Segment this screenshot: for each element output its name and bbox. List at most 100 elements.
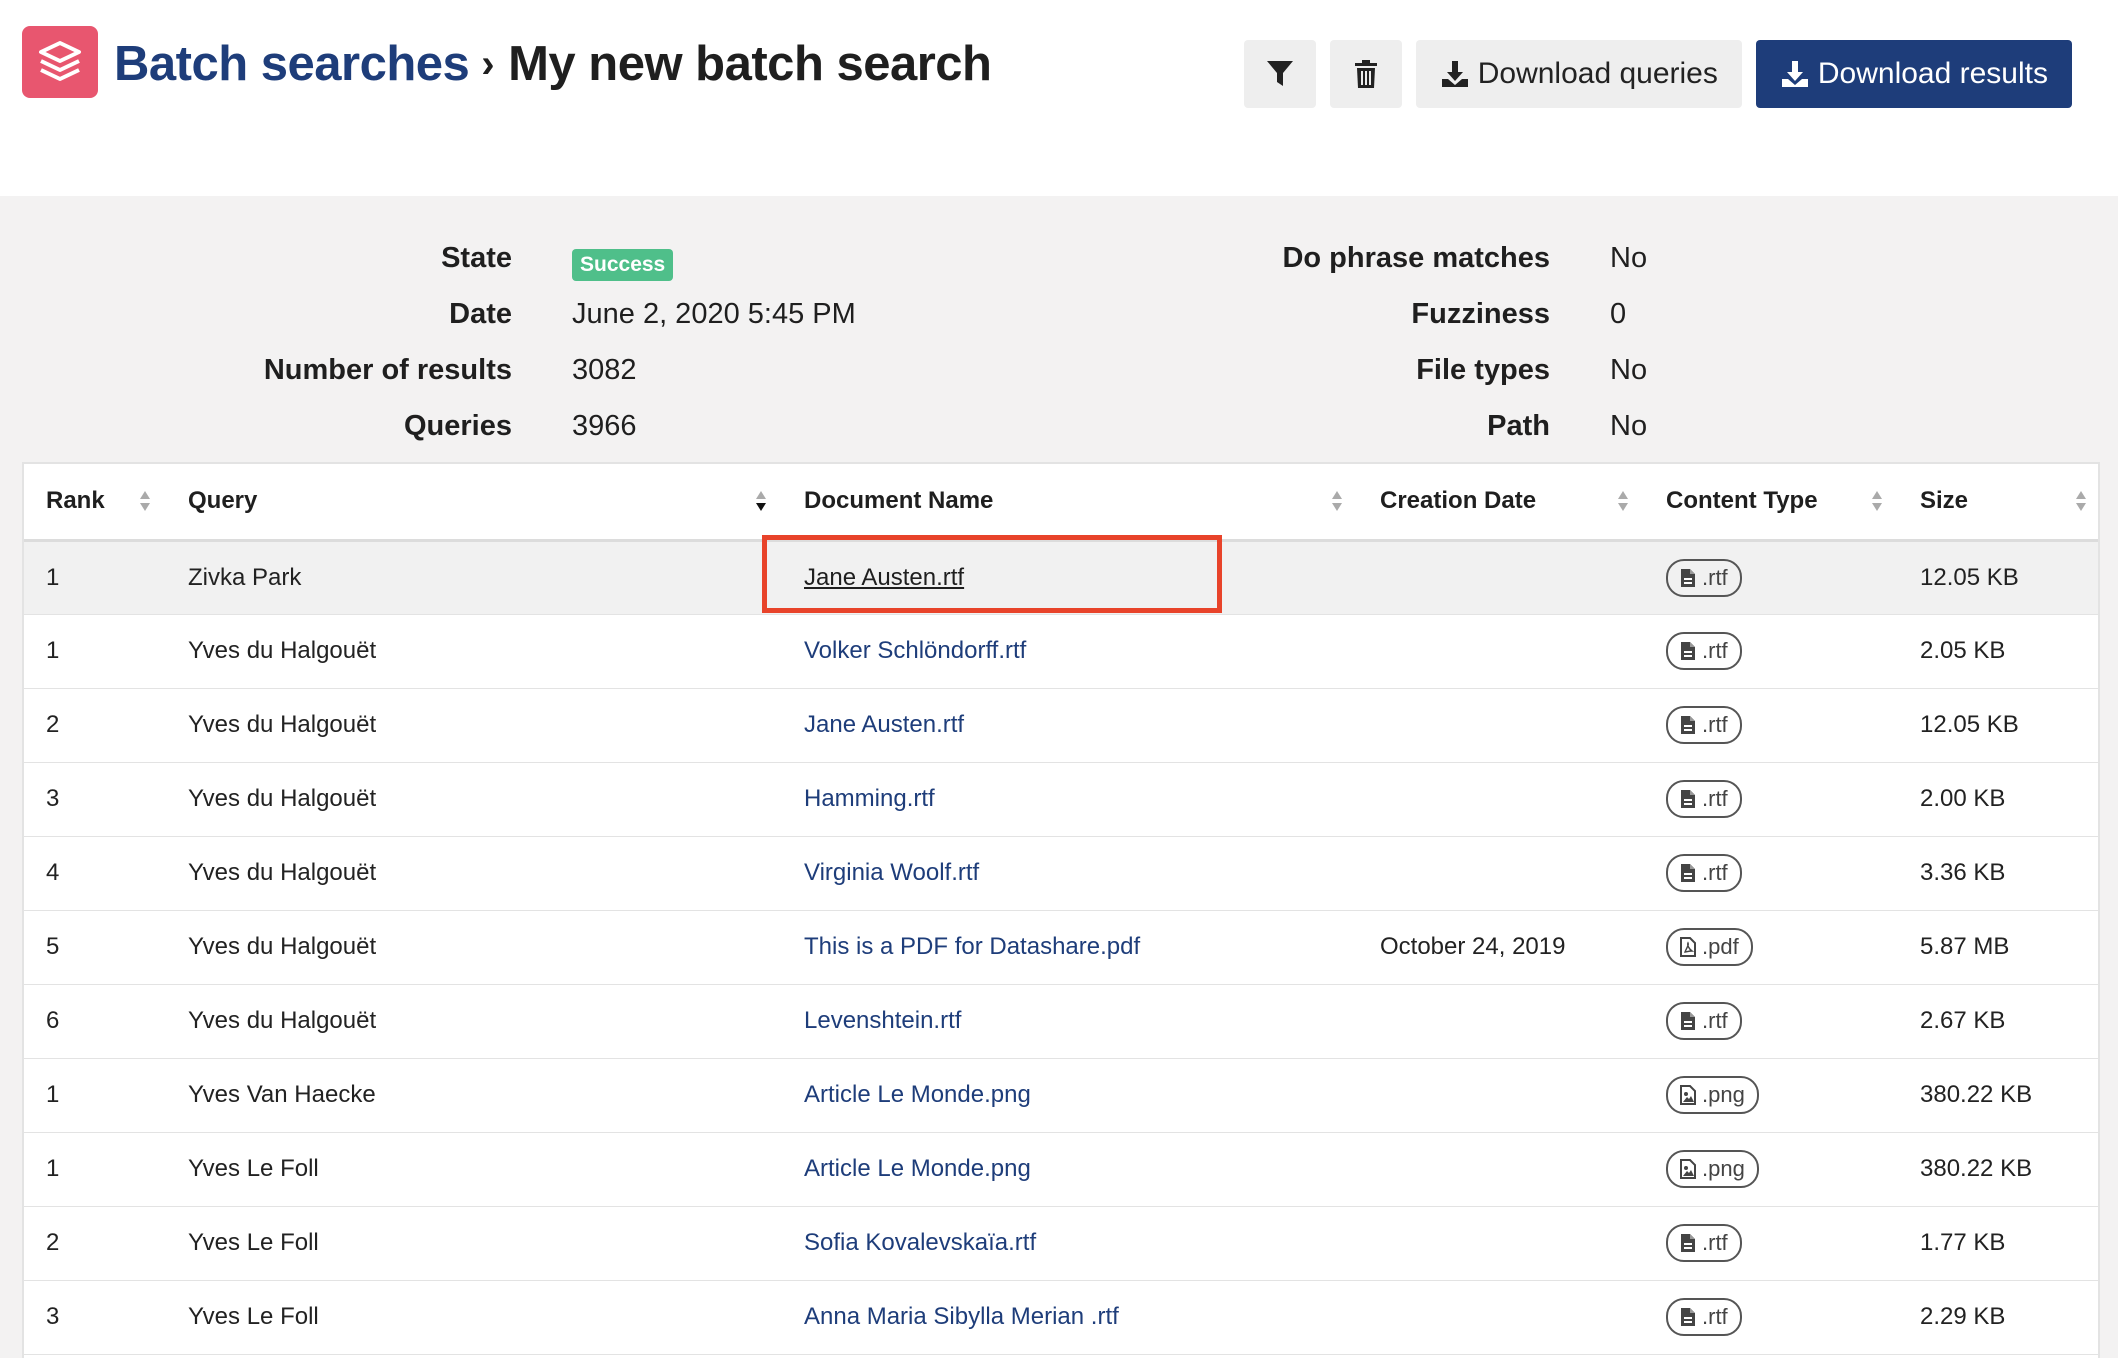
column-header-size[interactable]: Size (1898, 464, 2098, 542)
size-cell: 1.77 KB (1898, 1206, 2098, 1281)
document-link[interactable]: This is a PDF for Datashare.pdf (804, 933, 1140, 960)
query-cell: Yves Le Foll (166, 1280, 782, 1355)
document-link[interactable]: Virginia Woolf.rtf (804, 859, 979, 886)
document-cell: Sofia Kovalevskaïa.rtf (782, 1206, 1358, 1281)
content-type-badge: .rtf (1666, 1224, 1742, 1262)
path-value: No (1610, 410, 1648, 442)
file-icon (1681, 642, 1695, 660)
document-link[interactable]: Jane Austen.rtf (804, 711, 964, 738)
content-type-label: .rtf (1702, 786, 1728, 811)
file-icon (1681, 1234, 1695, 1252)
breadcrumb-batch-searches[interactable]: Batch searches (114, 36, 470, 92)
document-link[interactable]: Jane Austen.rtf (804, 564, 964, 591)
delete-button[interactable] (1329, 40, 1402, 108)
content-type-cell: .rtf (1644, 540, 1898, 615)
creation-date-cell (1358, 1132, 1644, 1207)
creation-date-cell (1358, 836, 1644, 911)
sort-icon (140, 491, 150, 512)
creation-date-cell (1358, 1206, 1644, 1281)
phrase-matches-value: No (1610, 242, 1648, 274)
layers-icon[interactable] (22, 26, 98, 98)
content-type-cell: .rtf (1644, 688, 1898, 763)
column-header-creation-date[interactable]: Creation Date (1358, 464, 1644, 542)
download-queries-button[interactable]: Download queries (1415, 40, 1742, 108)
table-row[interactable]: 2 Yves du Halgouët Jane Austen.rtf .rtf 12.0… (24, 688, 2098, 763)
results-table: Rank Query Document Name Creation Date C… (22, 462, 2100, 1358)
document-link[interactable]: Article Le Monde.png (804, 1155, 1031, 1182)
rank-cell: 1 (24, 1058, 166, 1133)
batch-search-title: My new batch search (508, 37, 992, 91)
column-header-rank[interactable]: Rank (24, 464, 166, 542)
path-label: Path (1487, 410, 1550, 442)
content-type-badge: .rtf (1666, 706, 1742, 744)
size-cell: 380.22 KB (1898, 1132, 2098, 1207)
size-cell: 5.87 MB (1898, 910, 2098, 985)
document-link[interactable]: Anna Maria Sibylla Merian .rtf (804, 1303, 1119, 1330)
size-cell: 2.29 KB (1898, 1280, 2098, 1355)
download-icon (1441, 61, 1468, 87)
query-cell: Yves Van Haecke (166, 1058, 782, 1133)
column-header-content-type[interactable]: Content Type (1644, 464, 1898, 542)
document-link[interactable]: Volker Schlöndorff.rtf (804, 637, 1026, 664)
table-row[interactable]: 1 Zivka Park Jane Austen.rtf .rtf 12.05 KB (24, 540, 2098, 615)
file-icon (1681, 864, 1695, 882)
toolbar: Download queries Download results (1243, 40, 2072, 108)
file-pdf-icon (1680, 937, 1696, 957)
results-count-label: Number of results (263, 354, 512, 386)
content-type-cell: .rtf (1644, 614, 1898, 689)
date-value: June 2, 2020 5:45 PM (572, 298, 856, 330)
table-row[interactable]: 1 Yves Le Foll Article Le Monde.png .png 380… (24, 1132, 2098, 1207)
document-link[interactable]: Article Le Monde.png (804, 1081, 1031, 1108)
content-type-cell: .rtf (1644, 1206, 1898, 1281)
size-cell: 2.00 KB (1898, 762, 2098, 837)
column-header-document-name[interactable]: Document Name (782, 464, 1358, 542)
content-type-cell: .rtf (1644, 984, 1898, 1059)
query-cell: Zivka Park (166, 540, 782, 615)
table-row[interactable]: 1 Yves Van Haecke Article Le Monde.png .png… (24, 1058, 2098, 1133)
rank-cell: 2 (24, 1206, 166, 1281)
file-icon (1681, 716, 1695, 734)
table-row[interactable]: 6 Yves du Halgouët Levenshtein.rtf .rtf 2.67… (24, 984, 2098, 1059)
rank-cell: 2 (24, 688, 166, 763)
table-row[interactable]: 2 Yves Le Foll Sofia Kovalevskaïa.rtf .rtf 1… (24, 1206, 2098, 1281)
rank-cell: 1 (24, 540, 166, 615)
document-cell: Article Le Monde.png (782, 1058, 1358, 1133)
content-type-cell: .png (1644, 1058, 1898, 1133)
file-types-value: No (1610, 354, 1648, 386)
creation-date-cell (1358, 540, 1644, 615)
date-label: Date (449, 298, 512, 330)
query-cell: Yves du Halgouët (166, 614, 782, 689)
query-cell: Yves Le Foll (166, 1132, 782, 1207)
document-link[interactable]: Levenshtein.rtf (804, 1007, 961, 1034)
page-title: Batch searches › My new batch search (114, 28, 992, 100)
table-row[interactable]: 5 Yves du Halgouët This is a PDF for Datas… (24, 910, 2098, 985)
query-cell: Yves du Halgouët (166, 688, 782, 763)
rank-cell: 1 (24, 614, 166, 689)
filter-button[interactable] (1243, 40, 1316, 108)
sort-icon (1618, 491, 1628, 512)
download-results-button[interactable]: Download results (1755, 40, 2072, 108)
rank-cell: 4 (24, 836, 166, 911)
file-icon (1681, 790, 1695, 808)
creation-date-cell (1358, 984, 1644, 1059)
content-type-badge: .pdf (1666, 928, 1753, 966)
document-link[interactable]: Sofia Kovalevskaïa.rtf (804, 1229, 1036, 1256)
file-types-label: File types (1416, 354, 1550, 386)
content-type-badge: .png (1666, 1076, 1759, 1114)
size-cell: 2.67 KB (1898, 984, 2098, 1059)
table-row[interactable]: 3 Yves Le Foll Anna Maria Sibylla Merian .… (24, 1280, 2098, 1355)
column-header-query[interactable]: Query (166, 464, 782, 542)
table-row[interactable]: 4 Yves du Halgouët Virginia Woolf.rtf .rtf 3… (24, 836, 2098, 911)
download-queries-label: Download queries (1477, 57, 1718, 90)
table-row[interactable]: 3 Yves du Halgouët Hamming.rtf .rtf 2.00 KB (24, 762, 2098, 837)
content-type-label: .rtf (1702, 712, 1728, 737)
download-results-label: Download results (1817, 57, 2048, 90)
size-cell: 2.05 KB (1898, 614, 2098, 689)
document-cell: Hamming.rtf (782, 762, 1358, 837)
table-row[interactable]: 1 Yves du Halgouët Volker Schlöndorff.rtf.… (24, 614, 2098, 689)
size-cell: 12.05 KB (1898, 540, 2098, 615)
content-type-cell: .pdf (1644, 910, 1898, 985)
content-type-badge: .rtf (1666, 780, 1742, 818)
creation-date-cell (1358, 614, 1644, 689)
document-link[interactable]: Hamming.rtf (804, 785, 935, 812)
